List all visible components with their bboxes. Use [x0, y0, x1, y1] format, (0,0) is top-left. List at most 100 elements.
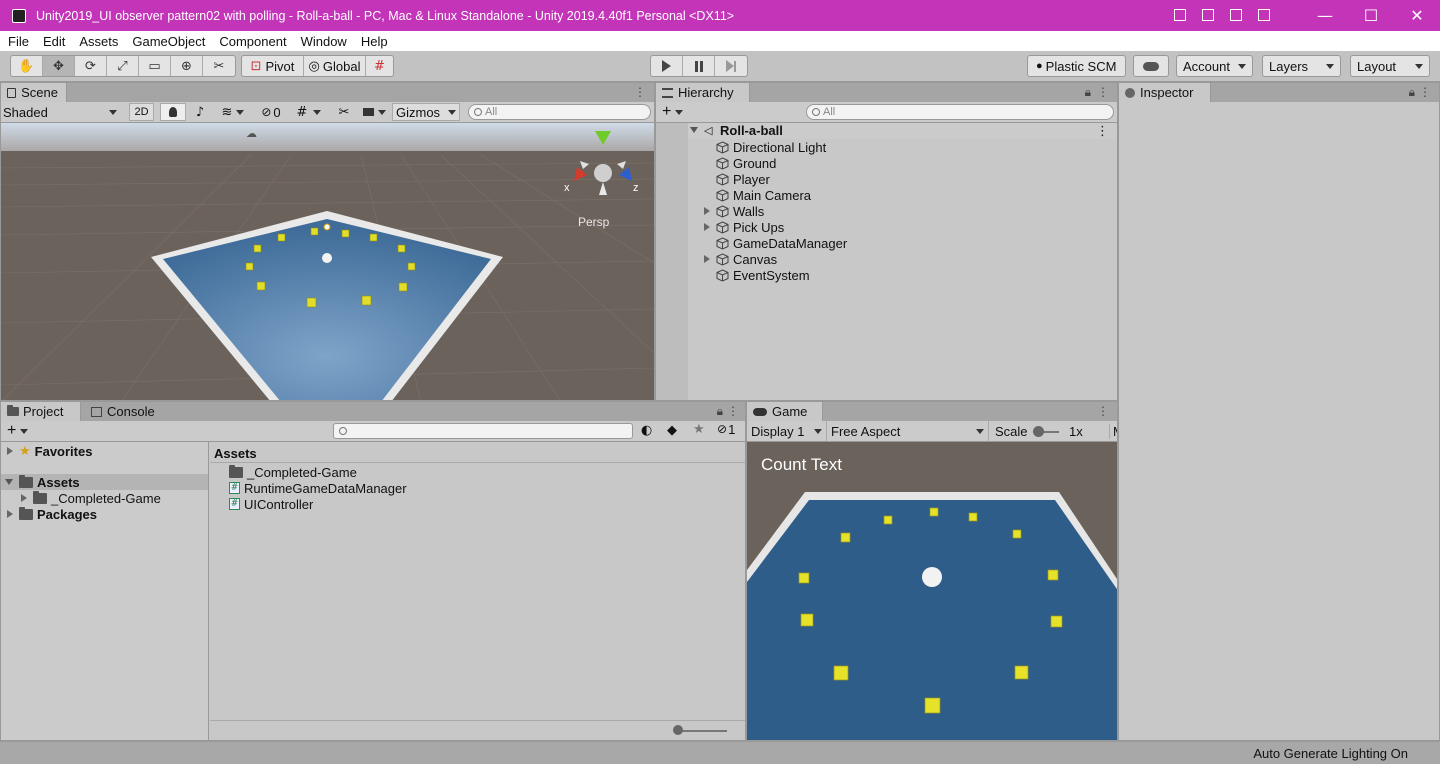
aspect-dropdown[interactable]: Free Aspect: [827, 421, 989, 441]
scene-root-row[interactable]: ◁ Roll-a-ball ⋮: [688, 123, 1117, 139]
hierarchy-item[interactable]: Main Camera: [716, 187, 811, 203]
step-button[interactable]: [715, 56, 747, 76]
more-options-icon[interactable]: ⋮: [1419, 85, 1431, 99]
display-icon[interactable]: [1230, 9, 1242, 21]
foldout-closed-icon[interactable]: [704, 255, 710, 263]
rect-tool-icon[interactable]: ▭: [139, 56, 171, 76]
scene-search-input[interactable]: All: [468, 104, 651, 120]
menu-assets[interactable]: Assets: [72, 34, 125, 49]
effects-dropdown[interactable]: ≋: [213, 103, 253, 121]
hierarchy-item[interactable]: Walls: [704, 203, 764, 219]
more-options-icon[interactable]: ⋮: [1097, 85, 1109, 99]
icon-size-slider[interactable]: [677, 730, 727, 732]
menu-file[interactable]: File: [1, 34, 36, 49]
project-search-input[interactable]: [333, 423, 633, 439]
asset-item[interactable]: _Completed-Game: [229, 464, 357, 480]
grid-snap-icon[interactable]: #: [366, 56, 393, 76]
tab-inspector[interactable]: Inspector: [1119, 83, 1211, 102]
create-dropdown[interactable]: +: [7, 422, 35, 440]
completed-game-tree-row[interactable]: _Completed-Game: [21, 490, 161, 506]
foldout-closed-icon[interactable]: [704, 223, 710, 231]
game-viewport[interactable]: Count Text: [747, 442, 1117, 740]
lock-icon[interactable]: 🔒︎: [1409, 85, 1415, 100]
foldout-closed-icon[interactable]: [7, 447, 13, 455]
rotate-tool-icon[interactable]: ⟳: [75, 56, 107, 76]
menu-help[interactable]: Help: [354, 34, 395, 49]
gizmos-dropdown[interactable]: Gizmos: [392, 103, 460, 121]
tab-game[interactable]: Game: [747, 402, 823, 421]
move-tool-icon[interactable]: ✥: [43, 56, 75, 76]
tab-scene[interactable]: Scene: [1, 83, 67, 102]
foldout-closed-icon[interactable]: [704, 207, 710, 215]
more-options-icon[interactable]: ⋮: [634, 85, 646, 99]
hierarchy-item[interactable]: GameDataManager: [716, 235, 847, 251]
lock-icon[interactable]: 🔒︎: [717, 404, 723, 419]
tab-hierarchy[interactable]: Hierarchy: [656, 83, 750, 102]
assets-row[interactable]: Assets: [1, 474, 208, 490]
display-dropdown[interactable]: Display 1: [747, 421, 827, 441]
hierarchy-item[interactable]: Directional Light: [716, 139, 826, 155]
asset-item[interactable]: # UIController: [229, 496, 313, 512]
foldout-open-icon[interactable]: [690, 127, 698, 133]
cloud-button[interactable]: [1133, 55, 1169, 77]
overlay-icon[interactable]: [1202, 9, 1214, 21]
hand-tool-icon[interactable]: ✋: [11, 56, 43, 76]
search-by-type-icon[interactable]: ◐: [641, 423, 652, 438]
menu-gameobject[interactable]: GameObject: [125, 34, 212, 49]
shading-dropdown[interactable]: Shaded: [3, 104, 121, 120]
hidden-packages-toggle[interactable]: ⊘ 1: [717, 422, 735, 437]
packages-row[interactable]: Packages: [7, 506, 97, 522]
lock-icon[interactable]: 🔒︎: [1085, 85, 1091, 100]
hierarchy-search-input[interactable]: All: [806, 104, 1114, 120]
grid-dropdown[interactable]: #: [289, 103, 329, 121]
assets-breadcrumb[interactable]: Assets: [210, 442, 745, 463]
foldout-closed-icon[interactable]: [7, 510, 13, 518]
pause-button[interactable]: [683, 56, 715, 76]
hierarchy-item[interactable]: EventSystem: [716, 267, 810, 283]
slider-thumb[interactable]: [673, 725, 683, 735]
tab-project[interactable]: Project: [1, 402, 81, 421]
lighting-status[interactable]: Auto Generate Lighting On: [1253, 746, 1408, 761]
snap-icon[interactable]: [1174, 9, 1186, 21]
more-options-icon[interactable]: ⋮: [727, 404, 739, 418]
menu-edit[interactable]: Edit: [36, 34, 72, 49]
tools-icon[interactable]: ✂: [333, 103, 355, 121]
lighting-toggle[interactable]: [160, 103, 186, 121]
hierarchy-item[interactable]: Pick Ups: [704, 219, 784, 235]
scale-tool-icon[interactable]: ⤢: [107, 56, 139, 76]
layout-icon[interactable]: [1258, 9, 1270, 21]
layers-dropdown[interactable]: Layers: [1262, 55, 1341, 77]
more-options-icon[interactable]: ⋮: [1096, 123, 1109, 139]
create-dropdown[interactable]: +: [662, 103, 690, 121]
hierarchy-item[interactable]: Player: [716, 171, 770, 187]
hierarchy-item[interactable]: Ground: [716, 155, 776, 171]
favorites-row[interactable]: ★ Favorites: [7, 443, 92, 459]
label-icon[interactable]: ◆: [667, 423, 677, 438]
more-options-icon[interactable]: ⋮: [1097, 404, 1109, 418]
scale-slider-thumb[interactable]: [1033, 426, 1044, 437]
maximize-button[interactable]: ☐: [1348, 0, 1394, 31]
global-button[interactable]: ◎ Global: [304, 56, 366, 76]
minimize-button[interactable]: —: [1302, 0, 1348, 31]
asset-item[interactable]: # RuntimeGameDataManager: [229, 480, 407, 496]
camera-dropdown[interactable]: [357, 103, 391, 121]
layout-dropdown[interactable]: Layout: [1350, 55, 1430, 77]
foldout-closed-icon[interactable]: [21, 494, 27, 502]
favorite-star-icon[interactable]: ★: [693, 422, 705, 437]
close-button[interactable]: ✕: [1394, 0, 1440, 31]
plastic-scm-button[interactable]: ● Plastic SCM: [1027, 55, 1126, 77]
play-button[interactable]: [651, 56, 683, 76]
custom-tool-icon[interactable]: ✂: [203, 56, 235, 76]
maximize-on-play-toggle[interactable]: M: [1109, 424, 1117, 439]
audio-icon[interactable]: ♪: [188, 103, 212, 121]
hierarchy-item[interactable]: Canvas: [704, 251, 777, 267]
tab-console[interactable]: Console: [85, 402, 165, 421]
scene-viewport[interactable]: ☁ x z Persp: [1, 123, 654, 400]
menu-window[interactable]: Window: [294, 34, 354, 49]
scene-visibility-toggle[interactable]: ⊘ 0: [255, 103, 287, 121]
menu-component[interactable]: Component: [212, 34, 293, 49]
transform-tool-icon[interactable]: ⊕: [171, 56, 203, 76]
pivot-button[interactable]: ⊡ Pivot: [242, 56, 304, 76]
foldout-open-icon[interactable]: [5, 479, 13, 485]
account-dropdown[interactable]: Account: [1176, 55, 1253, 77]
